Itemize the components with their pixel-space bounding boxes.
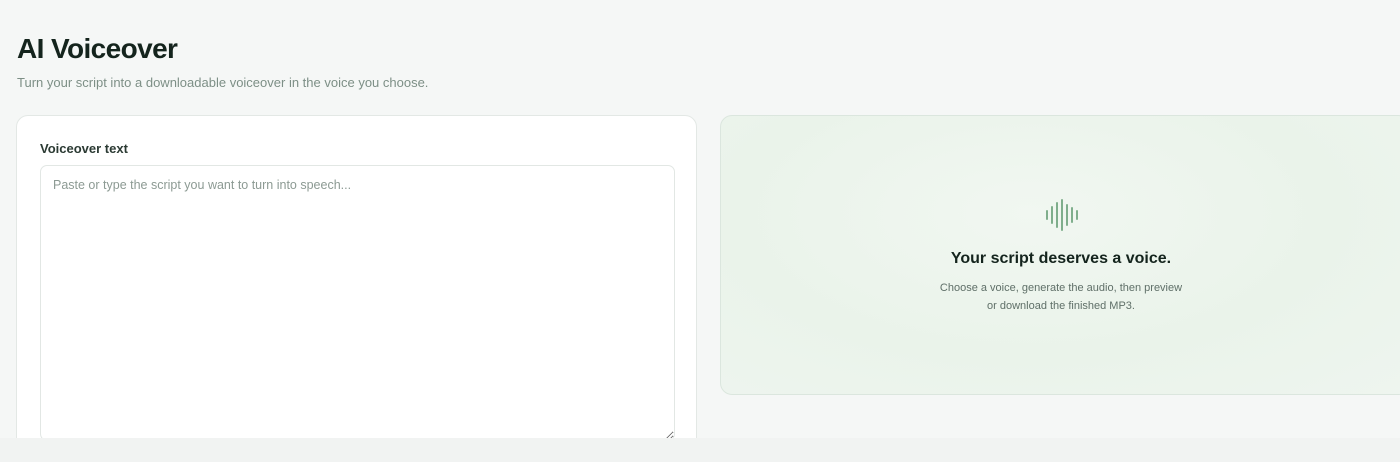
- empty-state-description: Choose a voice, generate the audio, then…: [931, 279, 1191, 315]
- bottom-strip: [0, 438, 1400, 462]
- sound-wave-icon: [1046, 199, 1078, 231]
- empty-state-description-line-2: or download the finished MP3.: [987, 300, 1135, 312]
- voiceover-editor-card: Voiceover text: [16, 115, 697, 438]
- page-title: AI Voiceover: [17, 33, 178, 64]
- page-subtitle: Turn your script into a downloadable voi…: [17, 75, 429, 90]
- voiceover-text-input[interactable]: [40, 165, 675, 438]
- empty-state-heading: Your script deserves a voice.: [950, 250, 1172, 267]
- voiceover-preview-panel: Your script deserves a voice. Choose a v…: [720, 115, 1400, 395]
- voiceover-text-label: Voiceover text: [40, 141, 128, 156]
- empty-state-description-line-1: Choose a voice, generate the audio, then…: [939, 282, 1183, 294]
- viewport: AI Voiceover Turn your script into a dow…: [0, 0, 1400, 438]
- page: AI Voiceover Turn your script into a dow…: [0, 0, 1400, 462]
